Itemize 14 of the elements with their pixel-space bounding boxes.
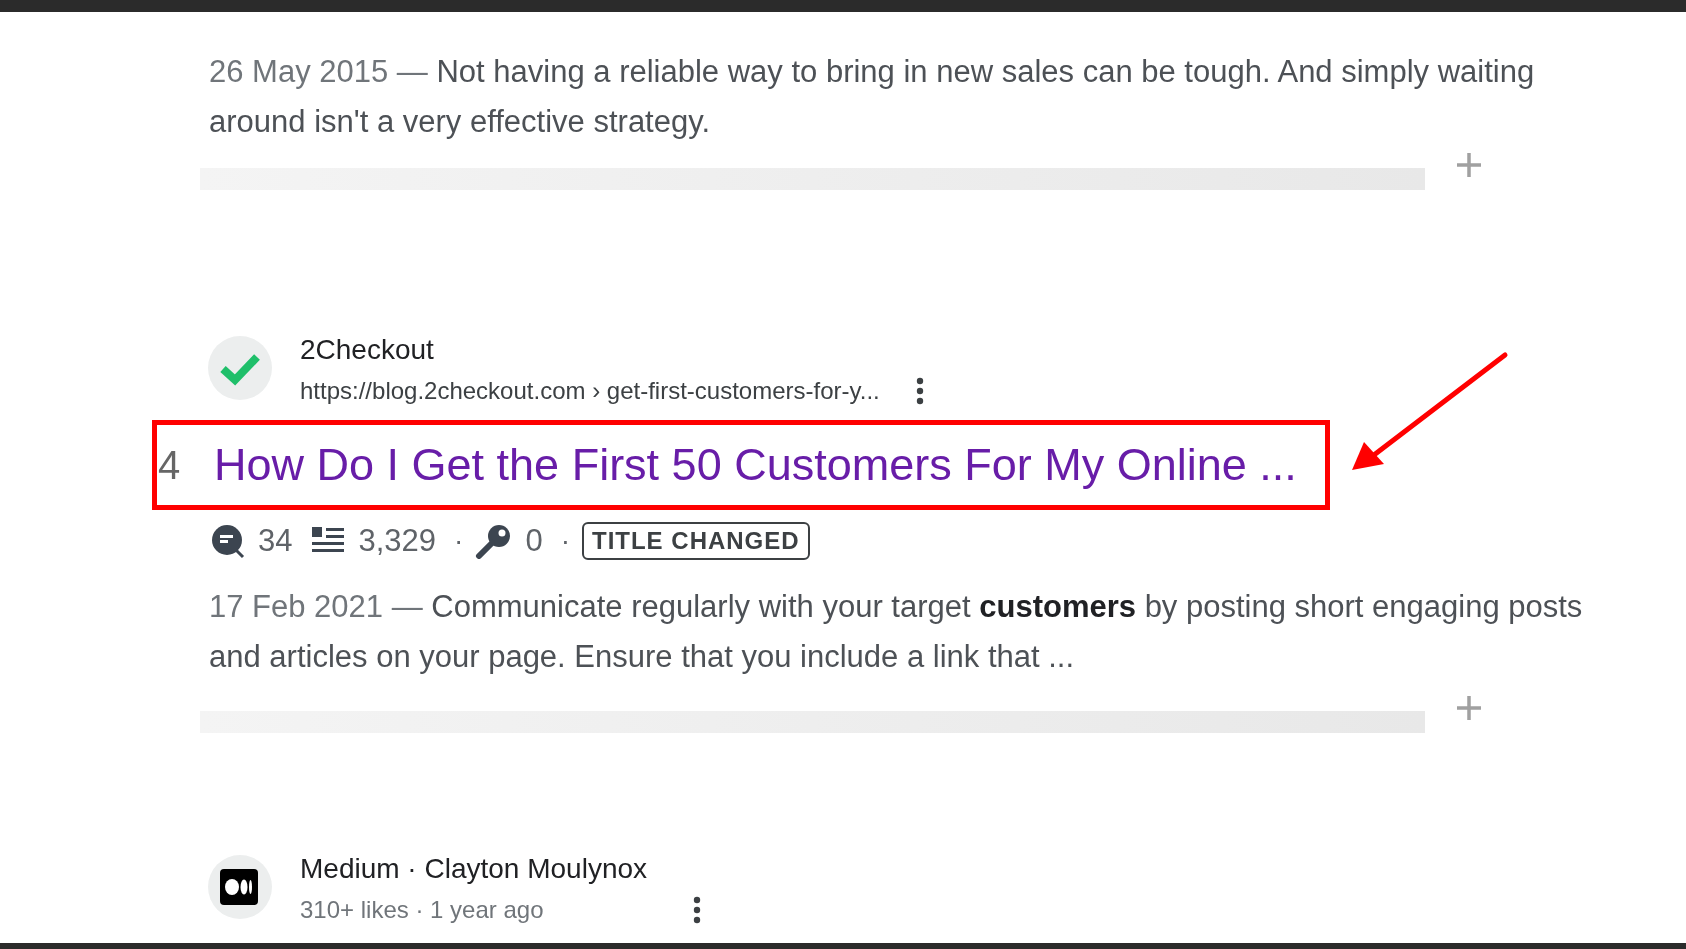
stat-value: 3,329 [358,523,437,559]
result-snippet: 17 Feb 2021 — Communicate regularly with your target customers by posting short engaging posts and articles on your page. Ensure that you include a link that ... [209,588,1584,676]
status-badge: TITLE CHANGED [581,522,810,560]
separator-dot: · [454,525,464,557]
result-title-link[interactable]: How Do I Get the First 50 Customers For My Online ... [214,439,1297,491]
site-name: Medium · Clayton Moulynox [300,852,649,886]
separator-dot: · [560,525,570,557]
stat-value: 0 [525,523,543,559]
result-snippet: 26 May 2015 — Not having a reliable way to bring in new sales can be tough. And simply waiting around isn't a very effective strategy. [209,53,1536,141]
result-url[interactable]: https://blog.2checkout.com › get-first-customers-for-y... [300,377,880,405]
stat-value: 34 [258,523,293,559]
site-name: 2Checkout [300,333,435,367]
rank-number: 4 [158,442,182,488]
result-meta: 310+ likes · 1 year ago [300,896,544,924]
